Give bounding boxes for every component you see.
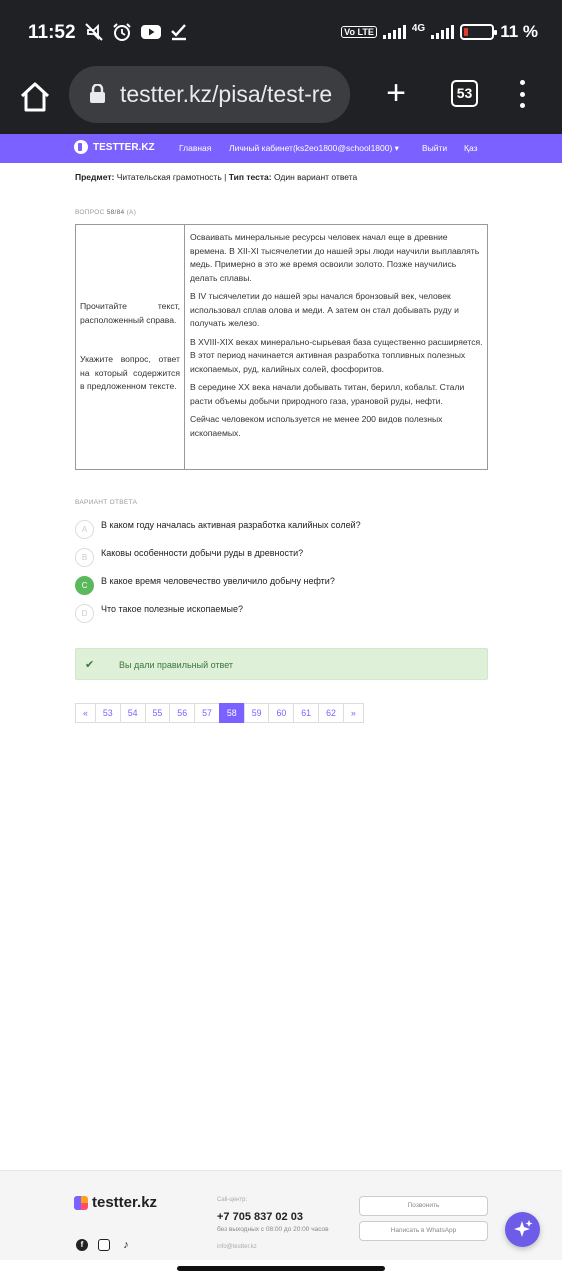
pagination: « 53 54 55 56 57 58 59 60 61 62 » bbox=[75, 703, 364, 723]
page-link[interactable]: 57 bbox=[194, 703, 220, 723]
answer-option-d[interactable]: D Что такое полезные ископаемые? bbox=[75, 604, 475, 624]
nav-logout[interactable]: Выйти bbox=[422, 143, 447, 153]
nav-language[interactable]: Қаз bbox=[464, 143, 477, 153]
home-icon[interactable] bbox=[18, 80, 52, 114]
browser-toolbar: testter.kz/pisa/test-re + 53 bbox=[0, 66, 562, 134]
check-icon bbox=[171, 24, 186, 41]
option-text[interactable]: Каковы особенности добычи руды в древнос… bbox=[101, 548, 303, 558]
youtube-icon bbox=[141, 25, 161, 39]
option-text[interactable]: В какое время человечество увеличило доб… bbox=[101, 576, 335, 586]
answer-option-a[interactable]: A В каком году началась активная разрабо… bbox=[75, 520, 475, 540]
instruction-read: Прочитайте текст, расположенный справа. bbox=[80, 301, 180, 325]
network-type: 4G bbox=[411, 22, 426, 34]
sparkle-icon bbox=[514, 1220, 533, 1237]
nav-account[interactable]: Личный кабинет(ks2eo1800@school1800) ▾ bbox=[229, 143, 399, 154]
status-left-icons bbox=[84, 22, 188, 42]
facebook-icon[interactable]: f bbox=[76, 1239, 88, 1251]
subject-label: Предмет: bbox=[75, 172, 115, 182]
alarm-icon bbox=[113, 23, 131, 41]
type-label: Тип теста: bbox=[228, 172, 272, 182]
page-link[interactable]: 54 bbox=[119, 703, 146, 723]
page-link[interactable]: 56 bbox=[169, 703, 196, 723]
page-link[interactable]: 60 bbox=[268, 703, 295, 723]
site-footer: testter.kz f ♪ Call-центр: +7 705 837 02… bbox=[0, 1170, 562, 1260]
lock-icon bbox=[90, 84, 105, 103]
page-link[interactable]: 55 bbox=[144, 703, 171, 723]
logo-icon bbox=[74, 1195, 88, 1210]
gesture-bar bbox=[0, 1260, 562, 1280]
test-meta: Предмет: Читательская грамотность | Тип … bbox=[75, 172, 357, 182]
page-link[interactable]: 62 bbox=[318, 703, 344, 723]
question-extra: (A) bbox=[126, 209, 137, 216]
text-paragraph: Сейчас человеком используется не менее 2… bbox=[190, 414, 443, 438]
whatsapp-button[interactable]: Написать в WhatsApp bbox=[359, 1221, 488, 1241]
option-marker[interactable]: D bbox=[75, 604, 94, 623]
home-gesture-handle[interactable] bbox=[177, 1266, 385, 1271]
text-paragraph: Осваивать минеральные ресурсы человек на… bbox=[190, 232, 480, 283]
battery-icon bbox=[460, 24, 498, 40]
site-logo[interactable]: TESTTER.KZ bbox=[74, 140, 155, 154]
question-label: ВОПРОС bbox=[75, 209, 105, 216]
footer-email[interactable]: info@testter.kz bbox=[217, 1244, 257, 1250]
alert-message: Вы дали правильный ответ bbox=[119, 660, 234, 670]
new-tab-icon[interactable]: + bbox=[380, 76, 412, 110]
callcenter-label: Call-центр: bbox=[217, 1197, 248, 1203]
option-marker[interactable]: A bbox=[75, 520, 94, 539]
url-text: testter.kz/pisa/test-re bbox=[120, 81, 333, 107]
footer-hours: без выходных с 08:00 до 20:00 часов bbox=[217, 1226, 329, 1233]
tiktok-icon[interactable]: ♪ bbox=[120, 1239, 132, 1251]
page-link[interactable]: 53 bbox=[94, 703, 121, 723]
assistant-fab[interactable] bbox=[505, 1212, 540, 1247]
footer-logo-text: testter.kz bbox=[92, 1194, 158, 1211]
page-link[interactable]: 59 bbox=[243, 703, 270, 723]
status-time: 11:52 bbox=[28, 22, 76, 43]
address-bar[interactable]: testter.kz/pisa/test-re bbox=[69, 66, 350, 123]
instagram-icon[interactable] bbox=[98, 1239, 110, 1251]
status-right-icons: Vo LTE 4G 11 % bbox=[341, 22, 538, 42]
signal-icon-2 bbox=[431, 25, 455, 39]
site-navbar: TESTTER.KZ Главная Личный кабинет(ks2eo1… bbox=[0, 134, 562, 163]
success-alert: ✔ Вы дали правильный ответ bbox=[75, 648, 488, 680]
page-next[interactable]: » bbox=[342, 703, 364, 723]
answer-option-b[interactable]: B Каковы особенности добычи руды в древн… bbox=[75, 548, 475, 568]
footer-phone[interactable]: +7 705 837 02 03 bbox=[217, 1211, 303, 1223]
subject-value: Читательская грамотность bbox=[116, 172, 222, 182]
status-bar: 11:52 Vo LTE 4G 11 % bbox=[0, 0, 562, 66]
question-number: ВОПРОС 58/84 (A) bbox=[75, 209, 136, 216]
question-text: Осваивать минеральные ресурсы человек на… bbox=[185, 225, 487, 469]
option-marker[interactable]: B bbox=[75, 548, 94, 567]
answers-label: ВАРИАНТ ОТВЕТА bbox=[75, 499, 138, 506]
option-marker-selected[interactable]: C bbox=[75, 576, 94, 595]
instruction-task: Укажите вопрос, ответ на который содержи… bbox=[80, 354, 180, 392]
question-table: Прочитайте текст, расположенный справа. … bbox=[75, 224, 488, 470]
logo-icon bbox=[74, 140, 88, 154]
site-logo-text: TESTTER.KZ bbox=[93, 141, 155, 153]
mute-icon bbox=[85, 23, 103, 41]
battery-level: 11 % bbox=[500, 22, 538, 41]
checkmark-icon: ✔ bbox=[85, 659, 95, 671]
question-counter: 58/84 bbox=[106, 209, 125, 216]
more-menu-icon[interactable] bbox=[515, 80, 529, 108]
social-links: f ♪ bbox=[76, 1239, 132, 1251]
type-value: Один вариант ответа bbox=[273, 172, 358, 182]
volte-icon: Vo LTE bbox=[341, 26, 377, 38]
text-paragraph: В XVIII-XIX веках минерально-сырьевая ба… bbox=[190, 336, 483, 374]
answer-option-c[interactable]: C В какое время человечество увеличило д… bbox=[75, 576, 475, 596]
page-link-active[interactable]: 58 bbox=[218, 703, 245, 723]
option-text[interactable]: В каком году началась активная разработк… bbox=[101, 520, 361, 530]
option-text[interactable]: Что такое полезные ископаемые? bbox=[101, 604, 243, 614]
footer-logo[interactable]: testter.kz bbox=[74, 1194, 157, 1211]
tab-count-button[interactable]: 53 bbox=[451, 80, 478, 107]
signal-icon bbox=[382, 25, 406, 39]
nav-home[interactable]: Главная bbox=[179, 143, 211, 153]
page-link[interactable]: 61 bbox=[293, 703, 320, 723]
text-paragraph: В IV тысячелетии до нашей эры начался бр… bbox=[190, 291, 459, 328]
call-button[interactable]: Позвонить bbox=[359, 1196, 488, 1216]
text-paragraph: В середине XX века начали добывать титан… bbox=[190, 382, 465, 406]
question-instructions: Прочитайте текст, расположенный справа. … bbox=[76, 225, 185, 469]
page-prev[interactable]: « bbox=[75, 703, 96, 723]
meta-separator: | bbox=[224, 172, 227, 182]
